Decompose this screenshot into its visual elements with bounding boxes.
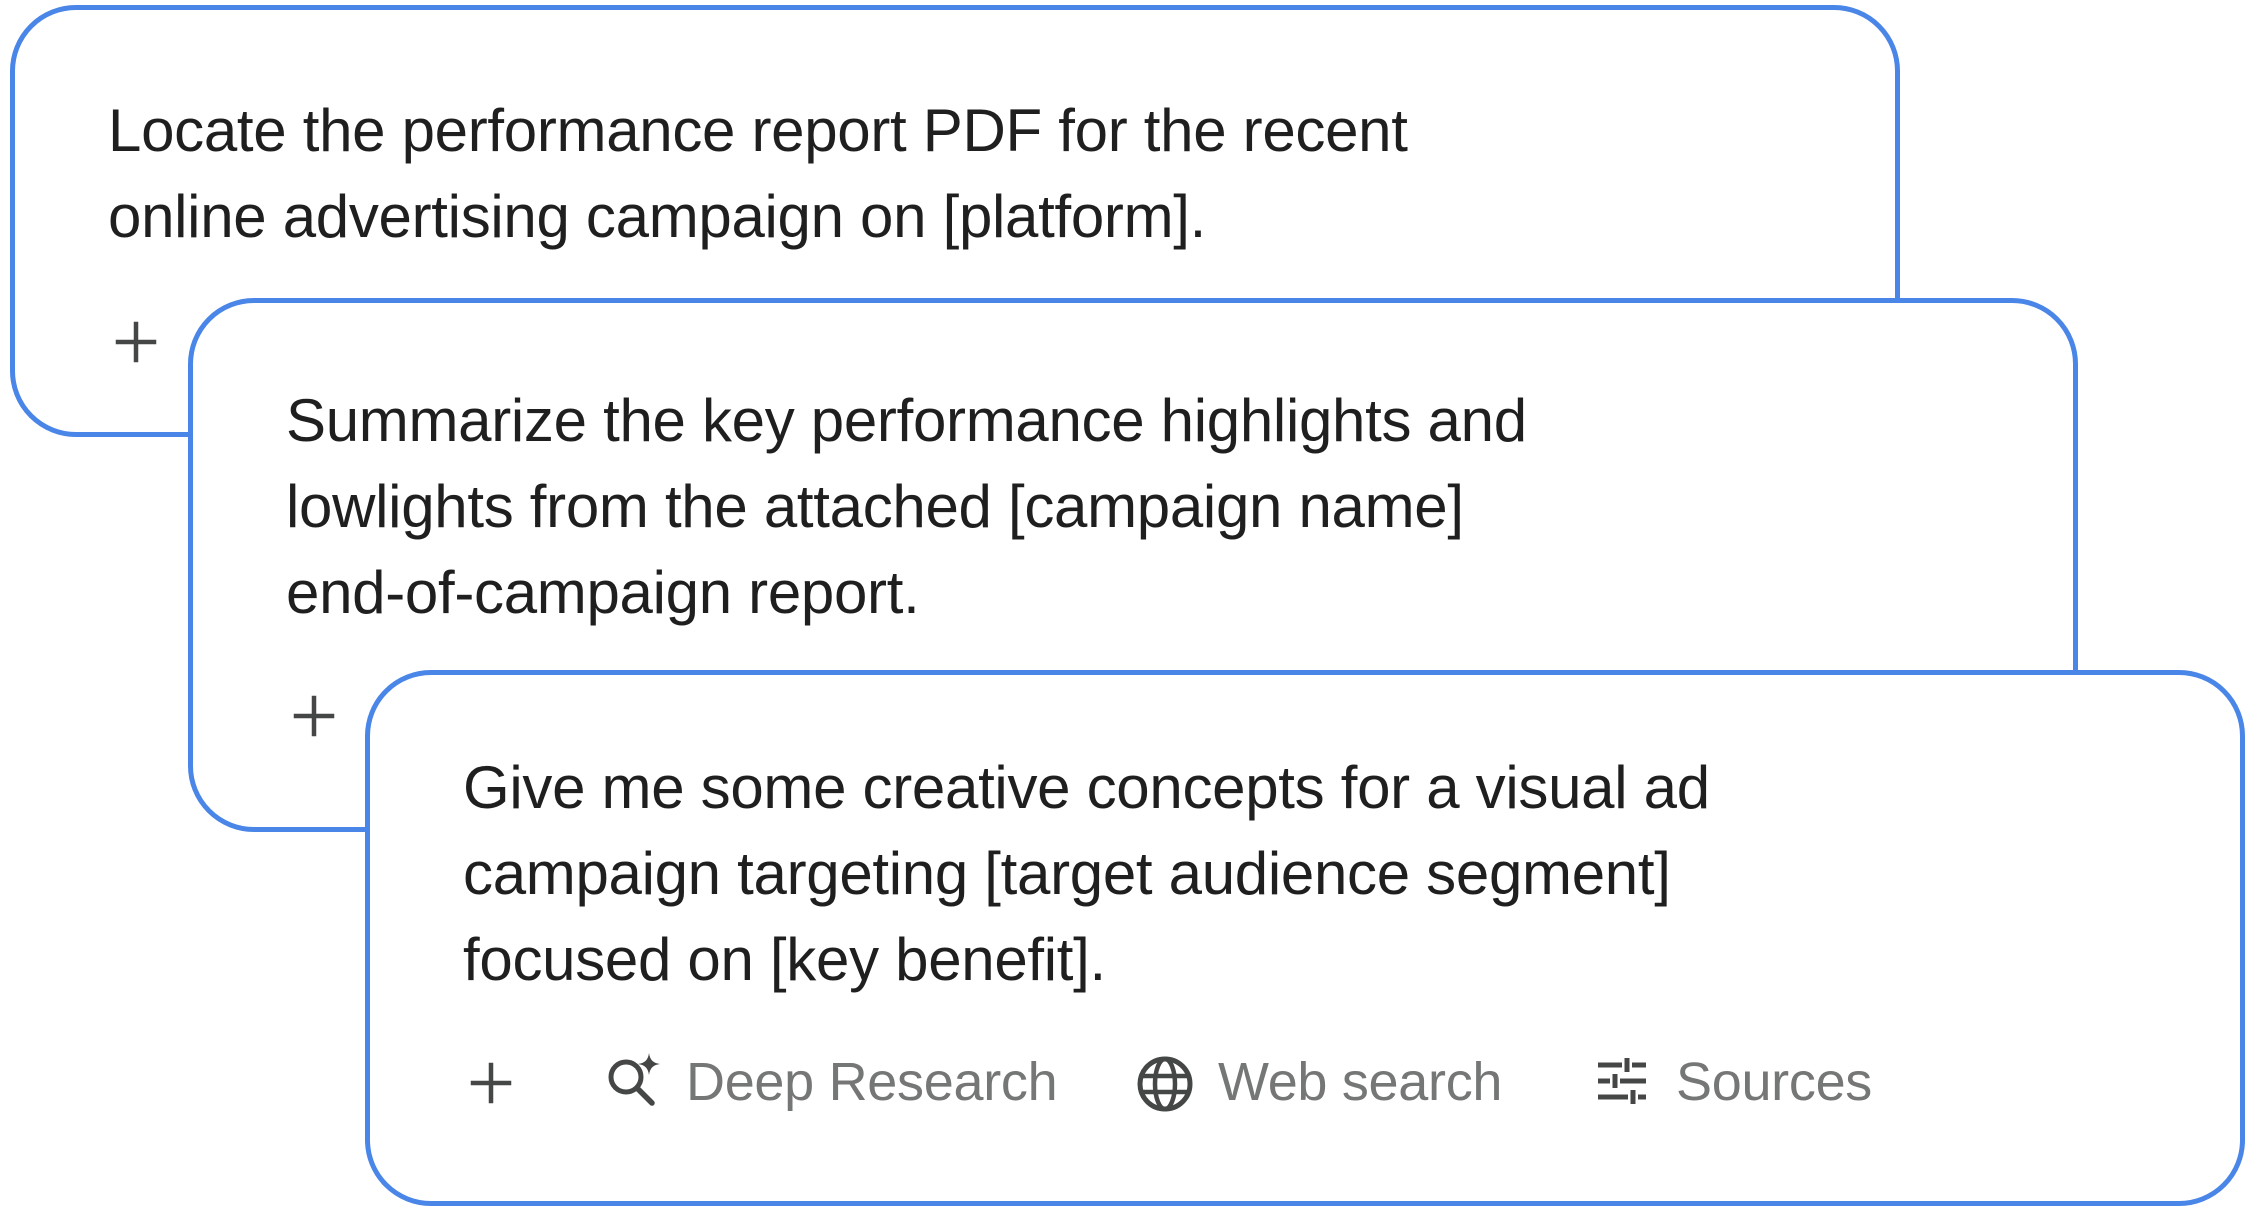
- prompt-text: Summarize the key performance highlights…: [286, 378, 1527, 636]
- add-button[interactable]: [111, 317, 161, 367]
- sources-button[interactable]: Sources: [1590, 1047, 1872, 1117]
- deep-research-icon: [600, 1049, 666, 1115]
- web-search-label: Web search: [1218, 1052, 1503, 1112]
- tune-sliders-icon: [1590, 1049, 1656, 1115]
- prompt-line: focused on [key benefit].: [463, 926, 1106, 993]
- plus-icon: [470, 1062, 512, 1104]
- prompt-line: Give me some creative concepts for a vis…: [463, 754, 1710, 821]
- globe-icon: [1132, 1049, 1198, 1115]
- prompt-card-3[interactable]: Give me some creative concepts for a vis…: [365, 670, 2245, 1206]
- prompt-line: Locate the performance report PDF for th…: [108, 97, 1408, 164]
- prompt-line: Summarize the key performance highlights…: [286, 387, 1527, 454]
- web-search-button[interactable]: Web search: [1132, 1047, 1502, 1117]
- prompt-text: Locate the performance report PDF for th…: [108, 88, 1408, 260]
- deep-research-label: Deep Research: [686, 1052, 1058, 1112]
- prompt-line: online advertising campaign on [platform…: [108, 183, 1207, 250]
- prompt-text: Give me some creative concepts for a vis…: [463, 745, 1710, 1003]
- prompt-line: lowlights from the attached [campaign na…: [286, 473, 1464, 540]
- add-button[interactable]: [466, 1058, 516, 1108]
- plus-icon: [115, 321, 157, 363]
- deep-research-button[interactable]: Deep Research: [600, 1047, 1058, 1117]
- prompt-line: end-of-campaign report.: [286, 559, 920, 626]
- sources-label: Sources: [1676, 1052, 1872, 1112]
- prompt-line: campaign targeting [target audience segm…: [463, 840, 1671, 907]
- plus-icon: [293, 695, 335, 737]
- add-button[interactable]: [289, 691, 339, 741]
